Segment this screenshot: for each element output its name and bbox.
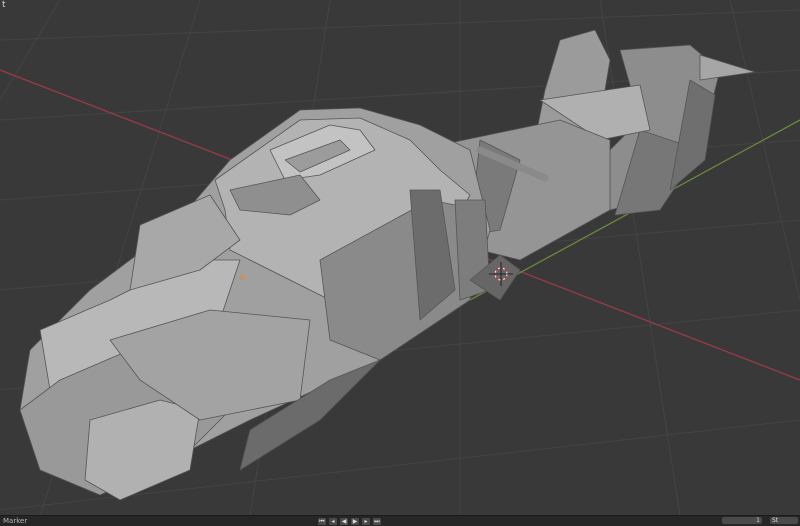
current-frame-field[interactable]: 1	[722, 517, 762, 524]
step-back-icon[interactable]: ◂	[329, 517, 337, 525]
3d-viewport[interactable]: t	[0, 0, 800, 516]
play-reverse-icon[interactable]: ◀	[340, 517, 348, 525]
marker-menu[interactable]: Marker	[3, 517, 27, 525]
play-icon[interactable]: ▶	[351, 517, 359, 525]
playback-controls: ⏮ ◂ ◀ ▶ ▸ ⏭	[318, 517, 381, 525]
bike-mesh[interactable]	[19, 29, 756, 501]
viewport-canvas[interactable]	[0, 0, 800, 516]
start-frame-field[interactable]: St	[770, 517, 798, 524]
timeline-bar: Marker ⏮ ◂ ◀ ▶ ▸ ⏭ 1 St	[0, 515, 800, 526]
step-forward-icon[interactable]: ▸	[362, 517, 370, 525]
jump-end-icon[interactable]: ⏭	[373, 517, 381, 525]
jump-start-icon[interactable]: ⏮	[318, 517, 326, 525]
viewport-corner-label: t	[2, 0, 6, 10]
